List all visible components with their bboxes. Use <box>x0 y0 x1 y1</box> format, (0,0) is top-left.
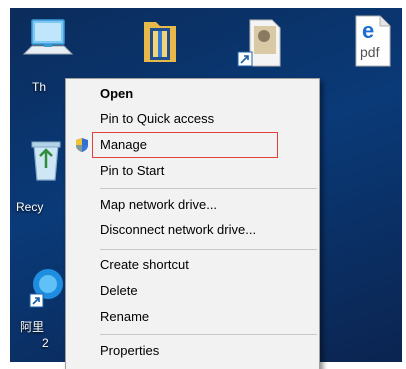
menu-item-disconnect-network-drive[interactable]: Disconnect network drive... <box>66 218 319 242</box>
app-shortcut-sublabel: 2 <box>42 336 49 350</box>
menu-item-label: Properties <box>100 343 160 358</box>
folder-icon[interactable] <box>138 14 182 68</box>
app-shortcut-label: 阿里 <box>20 320 45 334</box>
recycle-bin-label: Recy <box>16 200 44 214</box>
file-shortcut-icon[interactable] <box>234 14 290 74</box>
menu-separator <box>100 334 317 335</box>
shield-icon <box>74 137 90 153</box>
menu-item-label: Rename <box>100 309 150 324</box>
menu-item-properties[interactable]: Properties <box>66 339 319 363</box>
menu-item-label: Delete <box>100 283 138 298</box>
pdf-icon-label: pdf <box>360 44 380 60</box>
menu-item-label: Open <box>100 86 134 101</box>
app-shortcut-icon[interactable] <box>26 266 66 312</box>
menu-item-label: Pin to Start <box>100 163 165 178</box>
menu-item-create-shortcut[interactable]: Create shortcut <box>66 253 319 277</box>
recycle-bin-icon[interactable] <box>28 136 64 184</box>
this-pc-icon[interactable] <box>18 14 78 72</box>
pdf-file-icon[interactable]: e pdf <box>348 12 396 70</box>
manage-highlight-box <box>92 132 278 158</box>
menu-separator <box>100 249 317 250</box>
menu-item-pin-start[interactable]: Pin to Start <box>66 159 319 183</box>
menu-item-pin-quick-access[interactable]: Pin to Quick access <box>66 107 319 131</box>
menu-item-label: Create shortcut <box>100 257 189 272</box>
menu-item-delete[interactable]: Delete <box>66 279 319 303</box>
menu-item-map-network-drive[interactable]: Map network drive... <box>66 193 319 217</box>
this-pc-label: Th <box>32 80 47 94</box>
menu-item-label: Pin to Quick access <box>100 111 215 126</box>
menu-separator <box>100 188 317 189</box>
menu-item-label: Map network drive... <box>100 197 218 212</box>
menu-item-open[interactable]: Open <box>66 82 319 106</box>
menu-item-rename[interactable]: Rename <box>66 305 319 329</box>
context-menu: Open Pin to Quick access Manage Pin to S… <box>65 78 320 369</box>
svg-text:e: e <box>362 18 374 43</box>
menu-item-label: Disconnect network drive... <box>100 222 257 237</box>
